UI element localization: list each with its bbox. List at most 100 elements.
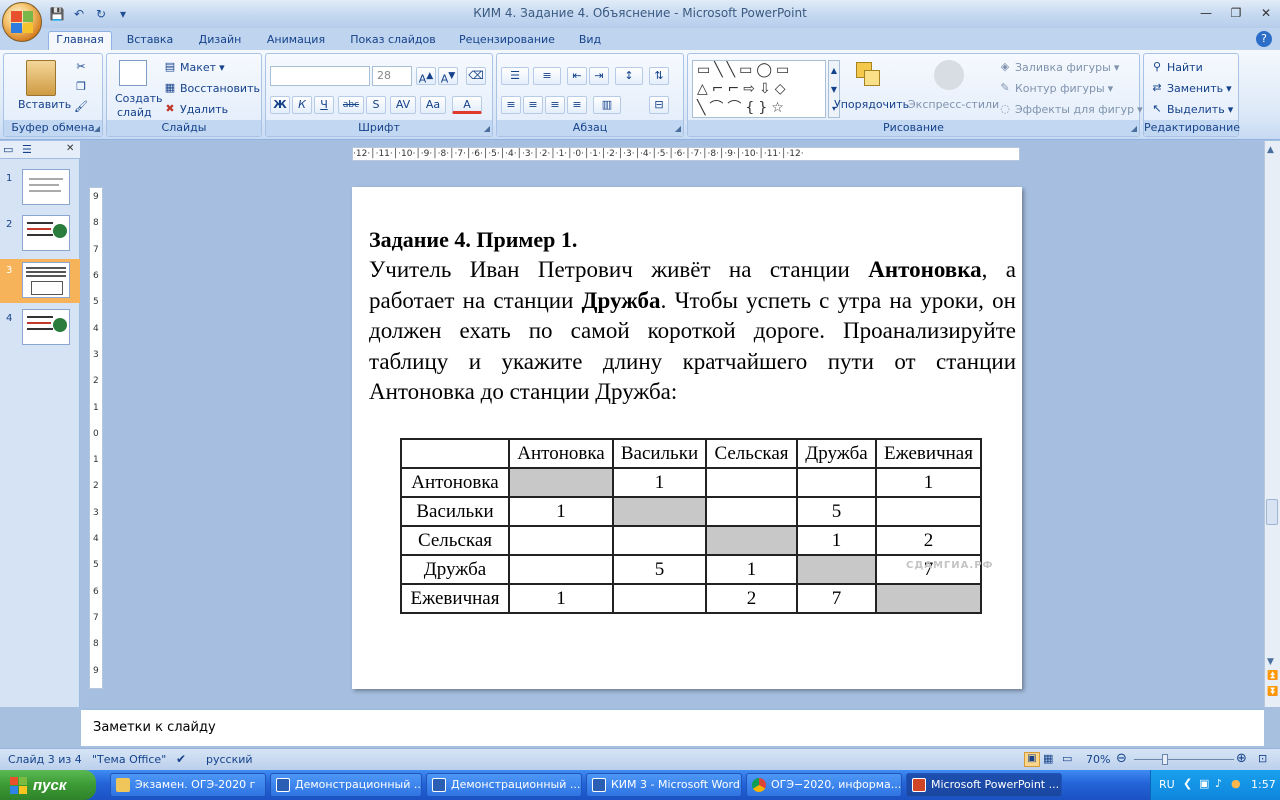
shrink-font-icon[interactable]: A▼: [438, 67, 458, 86]
grow-font-icon[interactable]: A▲: [416, 67, 436, 86]
tab-view[interactable]: Вид: [570, 32, 610, 50]
slide-body-text[interactable]: Учитель Иван Петрович живёт на станции А…: [369, 255, 1016, 408]
select-button[interactable]: ↖ Выделить ▾: [1150, 102, 1233, 116]
vertical-scrollbar[interactable]: ▲ ▼ ⏫ ⏬: [1264, 141, 1280, 707]
close-pane-icon[interactable]: ✕: [66, 143, 74, 154]
copy-icon[interactable]: ❐: [74, 80, 88, 94]
text-direction-icon[interactable]: ⇅: [649, 67, 669, 85]
dialog-launcher-icon[interactable]: ◢: [94, 124, 100, 133]
align-left-icon[interactable]: ≡: [501, 96, 521, 114]
taskbar-item-word-1[interactable]: Демонстрационный ...: [270, 773, 422, 797]
close-icon[interactable]: ✕: [1256, 4, 1276, 22]
strikethrough-button[interactable]: abc: [338, 96, 364, 114]
columns-icon[interactable]: ▥: [593, 96, 621, 114]
zoom-out-icon[interactable]: ⊖: [1116, 751, 1127, 766]
shape-effects-button[interactable]: ◌ Эффекты для фигур ▾: [998, 102, 1142, 116]
replace-button[interactable]: ⇄ Заменить ▾: [1150, 81, 1231, 95]
tab-insert[interactable]: Вставка: [120, 32, 180, 50]
new-slide-button[interactable]: Создать: [115, 92, 163, 105]
quick-styles-button[interactable]: Экспресс-стили: [908, 98, 999, 111]
slide-thumbnail-selected[interactable]: [22, 262, 70, 298]
slide-thumbnail-row-3[interactable]: 3: [0, 259, 80, 303]
slide-thumbnail-row-4[interactable]: 4: [0, 307, 80, 351]
justify-icon[interactable]: ≡: [567, 96, 587, 114]
fit-to-window-icon[interactable]: ⊡: [1258, 752, 1267, 765]
slide-thumbnail[interactable]: [22, 215, 70, 251]
taskbar-item-folder[interactable]: Экзамен. ОГЭ-2020 г: [110, 773, 266, 797]
numbering-icon[interactable]: ≡: [533, 67, 561, 85]
new-slide-button-line2[interactable]: слайд: [117, 106, 152, 119]
cut-icon[interactable]: ✂: [74, 60, 88, 74]
antivirus-icon[interactable]: ●: [1231, 777, 1241, 790]
bold-button[interactable]: Ж: [270, 96, 290, 114]
change-case-icon[interactable]: Aa: [420, 96, 446, 114]
clear-format-icon[interactable]: ⌫: [466, 67, 486, 85]
italic-button[interactable]: К: [292, 96, 312, 114]
line-spacing-icon[interactable]: ↕: [615, 67, 643, 85]
taskbar-item-word-2[interactable]: Демонстрационный ...: [426, 773, 582, 797]
outline-tab-icon[interactable]: ☰: [22, 143, 32, 156]
slideshow-view-icon[interactable]: ▭: [1062, 752, 1072, 765]
taskbar-item-word-3[interactable]: КИМ 3 - Microsoft Word: [586, 773, 742, 797]
align-text-icon[interactable]: ⊟: [649, 96, 669, 114]
network-icon[interactable]: ▣: [1199, 777, 1209, 790]
slide-thumbnail[interactable]: [22, 169, 70, 205]
shapes-gallery[interactable]: ▭╲╲▭◯▭ △⌐⌐⇨⇩◇ ╲⌒⌒{}☆: [692, 60, 826, 118]
tab-slideshow[interactable]: Показ слайдов: [344, 32, 442, 50]
slide-sorter-icon[interactable]: ▦: [1043, 752, 1053, 765]
slide-canvas[interactable]: Задание 4. Пример 1. Учитель Иван Петров…: [352, 187, 1022, 689]
tab-design[interactable]: Дизайн: [190, 32, 250, 50]
shadow-button[interactable]: S: [366, 96, 386, 114]
paste-button[interactable]: Вставить: [18, 98, 71, 111]
slide-thumbnail-row-1[interactable]: 1: [0, 167, 80, 211]
zoom-slider-thumb[interactable]: [1162, 754, 1168, 765]
dialog-launcher-icon[interactable]: ◢: [1131, 124, 1137, 133]
align-right-icon[interactable]: ≡: [545, 96, 565, 114]
help-icon[interactable]: ?: [1256, 31, 1272, 47]
align-center-icon[interactable]: ≡: [523, 96, 543, 114]
normal-view-icon[interactable]: ▣: [1024, 752, 1040, 767]
zoom-level[interactable]: 70%: [1086, 753, 1110, 766]
scroll-up-icon[interactable]: ▲: [1267, 145, 1274, 155]
zoom-slider[interactable]: [1134, 759, 1234, 760]
slide-thumbnail-row-2[interactable]: 2: [0, 213, 80, 257]
minimize-icon[interactable]: —: [1196, 4, 1216, 22]
tab-home[interactable]: Главная: [48, 31, 112, 51]
slide-thumbnail[interactable]: [22, 309, 70, 345]
dialog-launcher-icon[interactable]: ◢: [675, 124, 681, 133]
format-painter-icon[interactable]: 🖌: [74, 100, 88, 114]
shape-outline-button[interactable]: ✎ Контур фигуры ▾: [998, 81, 1113, 95]
next-slide-icon[interactable]: ⏬: [1267, 687, 1278, 697]
decrease-indent-icon[interactable]: ⇤: [567, 67, 587, 85]
shape-fill-button[interactable]: ◈ Заливка фигуры ▾: [998, 60, 1120, 74]
find-button[interactable]: ⚲ Найти: [1150, 60, 1203, 74]
underline-button[interactable]: Ч: [314, 96, 334, 114]
office-button[interactable]: [2, 2, 42, 42]
delete-button[interactable]: ✖ Удалить: [163, 102, 228, 116]
zoom-in-icon[interactable]: ⊕: [1236, 751, 1247, 766]
maximize-icon[interactable]: ❐: [1226, 4, 1246, 22]
theme-name[interactable]: "Тема Office": [92, 753, 166, 766]
previous-slide-icon[interactable]: ⏫: [1267, 671, 1278, 681]
taskbar-item-chrome[interactable]: ОГЭ−2020, информа...: [746, 773, 902, 797]
reset-button[interactable]: ▦ Восстановить: [163, 81, 260, 95]
dialog-launcher-icon[interactable]: ◢: [484, 124, 490, 133]
distance-table[interactable]: Антоновка Васильки Сельская Дружба Ежеви…: [400, 438, 982, 614]
language[interactable]: русский: [206, 753, 253, 766]
char-spacing-icon[interactable]: AV: [390, 96, 416, 114]
spellcheck-icon[interactable]: ✔: [176, 752, 186, 766]
font-color-icon[interactable]: A: [452, 96, 482, 114]
arrange-button[interactable]: Упорядочить: [834, 98, 909, 111]
slide-title[interactable]: Задание 4. Пример 1.: [369, 227, 577, 253]
tab-animation[interactable]: Анимация: [258, 32, 334, 50]
slides-tab-icon[interactable]: ▭: [3, 143, 13, 156]
tray-arrow-icon[interactable]: ❮: [1183, 777, 1192, 790]
increase-indent-icon[interactable]: ⇥: [589, 67, 609, 85]
start-button[interactable]: пуск: [0, 770, 96, 800]
font-name-combo[interactable]: [270, 66, 370, 86]
tab-review[interactable]: Рецензирование: [452, 32, 562, 50]
font-size-combo[interactable]: 28: [372, 66, 412, 86]
notes-placeholder[interactable]: Заметки к слайду: [93, 720, 216, 735]
scroll-thumb[interactable]: [1266, 499, 1278, 525]
bullets-icon[interactable]: ☰: [501, 67, 529, 85]
